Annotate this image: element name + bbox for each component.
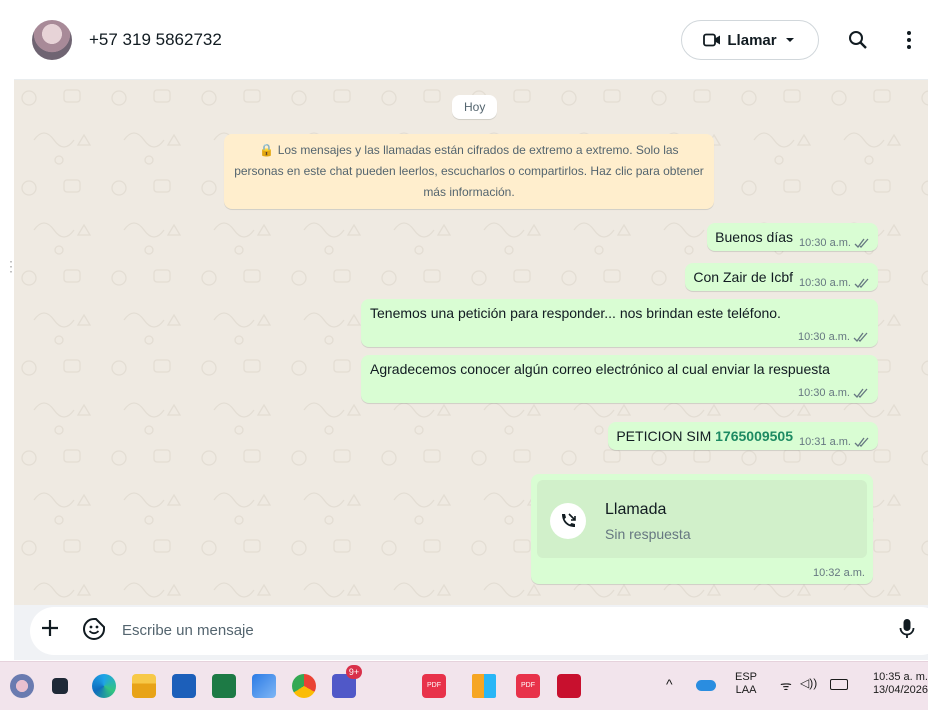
battery-icon[interactable] [830, 679, 848, 690]
user-widget-icon[interactable] [10, 674, 34, 698]
excel-icon[interactable] [212, 674, 236, 698]
message-placeholder[interactable]: Escribe un mensaje [122, 622, 254, 639]
show-hidden-icons[interactable]: ^ [666, 676, 673, 692]
chevron-down-icon [783, 35, 797, 45]
double-check-icon [853, 388, 868, 398]
outgoing-message[interactable]: Con Zair de Icbf 10:30 a.m. [685, 263, 878, 291]
wifi-icon[interactable]: ᯤ [780, 676, 792, 694]
outgoing-message[interactable]: Buenos días 10:30 a.m. [707, 223, 878, 251]
chat-area[interactable]: Hoy 🔒 Los mensajes y las llamadas están … [14, 80, 928, 605]
edge-browser-icon[interactable] [92, 674, 116, 698]
snipping-tool-icon[interactable] [472, 674, 496, 698]
message-time: 10:30 a.m. [798, 387, 850, 399]
phone-number-link[interactable]: 1765009505 [715, 428, 793, 444]
double-check-icon [854, 437, 869, 447]
outgoing-message[interactable]: Tenemos una petición para responder... n… [361, 299, 878, 347]
message-time: 10:31 a.m. [799, 436, 851, 448]
message-time: 10:30 a.m. [799, 237, 851, 249]
microphone-icon[interactable] [898, 617, 916, 646]
clock-time: 10:35 a. m. [872, 671, 928, 683]
file-explorer-icon[interactable] [132, 674, 156, 698]
language-indicator[interactable]: ESP LAA [735, 671, 757, 697]
sticker-emoji-icon[interactable] [82, 617, 106, 646]
outgoing-message[interactable]: PETICION SIM 1765009505 10:31 a.m. [608, 422, 878, 450]
contact-name[interactable]: +57 319 5862732 [89, 30, 222, 50]
plus-icon[interactable] [40, 618, 60, 643]
missed-call-icon [550, 503, 586, 539]
message-text-prefix: PETICION SIM [616, 428, 716, 444]
message-text: Agradecemos conocer algún correo electró… [370, 361, 830, 377]
call-button[interactable]: Llamar [681, 20, 819, 60]
clock-date: 13/04/2026 [872, 684, 928, 696]
search-icon[interactable] [844, 26, 872, 54]
message-time: 10:30 a.m. [798, 331, 850, 343]
menu-kebab-icon[interactable] [895, 26, 923, 54]
double-check-icon [853, 332, 868, 342]
message-time: 10:32 a.m. [813, 567, 865, 579]
keyboard-layout: LAA [735, 684, 757, 696]
outlook-icon[interactable] [252, 674, 276, 698]
language-code: ESP [735, 671, 758, 683]
message-text: Con Zair de Icbf [693, 269, 794, 285]
encryption-notice[interactable]: 🔒 Los mensajes y las llamadas están cifr… [224, 134, 714, 209]
teams-badge: 9+ [346, 665, 362, 679]
onedrive-icon[interactable] [696, 680, 716, 691]
message-text: Buenos días [715, 229, 794, 245]
clock[interactable]: 10:35 a. m. 13/04/2026 [862, 671, 928, 697]
word-icon[interactable] [172, 674, 196, 698]
double-check-icon [854, 278, 869, 288]
volume-icon[interactable]: ◁)) [800, 676, 817, 690]
message-text: PETICION SIM 1765009505 [616, 428, 793, 444]
task-view-icon[interactable] [52, 678, 68, 694]
pdf-editor-icon[interactable]: PDF [422, 674, 446, 698]
pdf-reader-icon[interactable]: PDF [516, 674, 540, 698]
missed-call-message[interactable]: Llamada Sin respuesta 10:32 a.m. [531, 474, 873, 584]
call-title: Llamada [605, 501, 667, 518]
date-pill: Hoy [452, 95, 498, 119]
call-button-label: Llamar [727, 31, 777, 49]
chat-header: +57 319 5862732 Llamar [14, 0, 928, 80]
outgoing-message[interactable]: Agradecemos conocer algún correo electró… [361, 355, 878, 403]
call-info[interactable]: Llamada Sin respuesta [537, 480, 867, 558]
windows-taskbar: 9+ PDF PDF ^ ESP LAA ᯤ ◁)) 10:35 a. m. 1… [0, 661, 928, 710]
chrome-icon[interactable] [292, 674, 316, 698]
contact-avatar[interactable] [32, 20, 72, 60]
double-check-icon [854, 238, 869, 248]
video-icon [703, 33, 721, 47]
message-text: Tenemos una petición para responder... n… [370, 305, 781, 321]
call-status: Sin respuesta [605, 526, 691, 542]
message-time: 10:30 a.m. [799, 277, 851, 289]
acrobat-icon[interactable] [557, 674, 581, 698]
